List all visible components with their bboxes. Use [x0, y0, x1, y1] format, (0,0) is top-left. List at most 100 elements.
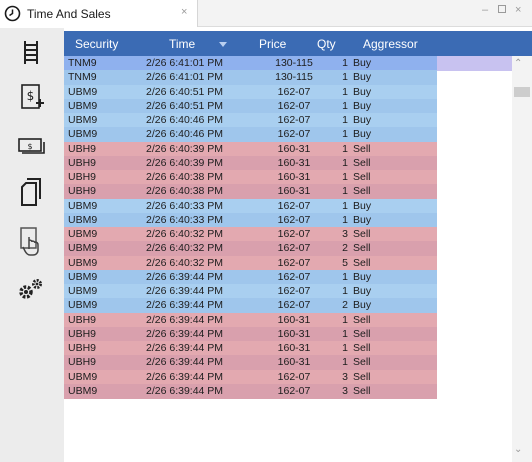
- cell-qty: 1: [342, 171, 348, 183]
- column-header-security[interactable]: Security: [75, 37, 118, 51]
- cell-security: UBH9: [68, 142, 97, 155]
- svg-text:$: $: [27, 89, 35, 103]
- cell-qty: 1: [342, 356, 348, 369]
- cell-aggressor: Sell: [353, 313, 371, 326]
- table-row[interactable]: UBH9 2/26 6:39:44 PM 160-31 1 Sell: [64, 341, 437, 356]
- cash-button[interactable]: $: [14, 128, 48, 162]
- cell-time: 2/26 6:40:33 PM: [146, 213, 224, 226]
- cell-price: 160-31: [277, 342, 311, 354]
- table-row[interactable]: UBM9 2/26 6:40:46 PM 162-07 1 Buy: [64, 127, 437, 143]
- cell-price: 162-07: [277, 99, 311, 112]
- cell-aggressor: Sell: [353, 228, 371, 240]
- cell-time: 2/26 6:40:46 PM: [146, 114, 224, 126]
- table-row[interactable]: UBH9 2/26 6:40:39 PM 160-31 1 Sell: [64, 141, 437, 157]
- grid-header: Security Time Price Qty Aggressor: [64, 31, 532, 56]
- cell-aggressor: Buy: [353, 128, 372, 141]
- table-row[interactable]: UBM9 2/26 6:40:33 PM 162-07 1 Buy: [64, 212, 437, 228]
- left-toolbar: $ $: [0, 28, 64, 462]
- cell-security: UBM9: [68, 242, 98, 255]
- cell-qty: 1: [342, 71, 348, 84]
- table-row[interactable]: UBM9 2/26 6:40:33 PM 162-07 1 Buy: [64, 198, 437, 214]
- table-row[interactable]: UBM9 2/26 6:40:32 PM 162-07 3 Sell: [64, 227, 437, 242]
- cell-aggressor: Sell: [353, 142, 371, 155]
- table-row[interactable]: UBM9 2/26 6:40:51 PM 162-07 1 Buy: [64, 84, 437, 100]
- cell-aggressor: Buy: [353, 85, 372, 98]
- chevron-up-icon[interactable]: ⌃: [514, 58, 522, 69]
- maximize-icon[interactable]: [498, 5, 506, 13]
- vertical-scrollbar[interactable]: [512, 56, 532, 462]
- cell-security: UBM9: [68, 128, 98, 141]
- table-row[interactable]: TNM9 2/26 6:41:01 PM 130-115 1 Buy: [64, 56, 437, 71]
- column-header-qty[interactable]: Qty: [317, 37, 336, 51]
- cell-aggressor: Sell: [353, 384, 371, 397]
- cell-aggressor: Sell: [353, 370, 371, 383]
- cell-aggressor: Buy: [353, 270, 372, 283]
- cell-security: UBM9: [68, 99, 98, 112]
- table-row[interactable]: UBM9 2/26 6:39:44 PM 162-07 3 Sell: [64, 383, 437, 399]
- cell-qty: 1: [342, 85, 348, 98]
- table-row[interactable]: UBH9 2/26 6:39:44 PM 160-31 1 Sell: [64, 312, 437, 328]
- cell-aggressor: Sell: [353, 342, 371, 354]
- cell-aggressor: Buy: [353, 71, 372, 84]
- table-row[interactable]: UBH9 2/26 6:40:39 PM 160-31 1 Sell: [64, 155, 437, 171]
- cell-time: 2/26 6:41:01 PM: [146, 57, 224, 69]
- cell-price: 162-07: [277, 242, 311, 255]
- cell-price: 160-31: [277, 142, 311, 155]
- cell-security: UBH9: [68, 313, 97, 326]
- ladder-icon: [24, 41, 38, 64]
- table-row[interactable]: UBH9 2/26 6:40:38 PM 160-31 1 Sell: [64, 184, 437, 200]
- cell-aggressor: Buy: [353, 285, 372, 297]
- copy-button[interactable]: [14, 175, 48, 209]
- cell-price: 162-07: [277, 199, 311, 212]
- cell-time: 2/26 6:39:44 PM: [146, 384, 224, 397]
- table-row[interactable]: UBH9 2/26 6:40:38 PM 160-31 1 Sell: [64, 170, 437, 185]
- cell-aggressor: Sell: [353, 356, 371, 369]
- chevron-down-icon[interactable]: ⌄: [514, 444, 522, 455]
- cell-security: UBM9: [68, 384, 98, 397]
- tab-close-icon[interactable]: ×: [181, 6, 187, 18]
- close-icon[interactable]: ×: [515, 4, 521, 16]
- table-row[interactable]: UBM9 2/26 6:39:44 PM 162-07 3 Sell: [64, 369, 437, 385]
- table-row[interactable]: UBM9 2/26 6:40:32 PM 162-07 2 Sell: [64, 241, 437, 257]
- cell-security: UBM9: [68, 270, 98, 283]
- cell-price: 162-07: [277, 213, 311, 226]
- scroll-thumb[interactable]: [514, 87, 530, 97]
- cell-qty: 1: [342, 270, 348, 283]
- cell-security: UBH9: [68, 327, 97, 340]
- column-header-aggressor[interactable]: Aggressor: [363, 37, 418, 51]
- minimize-icon[interactable]: –: [482, 4, 488, 16]
- table-row[interactable]: UBM9 2/26 6:40:32 PM 162-07 5 Sell: [64, 255, 437, 271]
- cell-qty: 1: [342, 342, 348, 354]
- cell-aggressor: Sell: [353, 171, 371, 183]
- ladder-button[interactable]: [14, 35, 48, 69]
- table-row[interactable]: UBM9 2/26 6:39:44 PM 162-07 2 Buy: [64, 298, 437, 314]
- cell-qty: 1: [342, 57, 348, 69]
- table-row[interactable]: UBH9 2/26 6:39:44 PM 160-31 1 Sell: [64, 326, 437, 342]
- touch-button[interactable]: [14, 224, 48, 258]
- cell-qty: 1: [342, 213, 348, 226]
- empty-grid-area: [437, 56, 512, 462]
- cell-security: UBH9: [68, 356, 97, 369]
- touch-icon: [20, 227, 39, 256]
- cell-qty: 2: [342, 299, 348, 312]
- column-header-price[interactable]: Price: [259, 37, 286, 51]
- cell-price: 160-31: [277, 356, 311, 369]
- table-row[interactable]: UBM9 2/26 6:39:44 PM 162-07 1 Buy: [64, 284, 437, 299]
- cell-time: 2/26 6:40:33 PM: [146, 199, 224, 212]
- table-row[interactable]: UBH9 2/26 6:39:44 PM 160-31 1 Sell: [64, 355, 437, 371]
- column-header-time[interactable]: Time: [169, 37, 195, 51]
- cell-price: 162-07: [277, 85, 311, 98]
- cell-time: 2/26 6:40:32 PM: [146, 242, 224, 255]
- cell-security: TNM9: [68, 71, 97, 84]
- table-row[interactable]: UBM9 2/26 6:40:46 PM 162-07 1 Buy: [64, 113, 437, 128]
- cell-aggressor: Sell: [353, 256, 371, 269]
- cell-qty: 3: [342, 370, 348, 383]
- cell-security: UBM9: [68, 285, 98, 297]
- table-row[interactable]: TNM9 2/26 6:41:01 PM 130-115 1 Buy: [64, 70, 437, 86]
- tab-time-and-sales[interactable]: Time And Sales ×: [0, 0, 198, 27]
- table-row[interactable]: UBM9 2/26 6:39:44 PM 162-07 1 Buy: [64, 269, 437, 285]
- new-order-button[interactable]: $: [14, 80, 48, 114]
- cell-qty: 1: [342, 327, 348, 340]
- settings-button[interactable]: [14, 272, 48, 306]
- table-row[interactable]: UBM9 2/26 6:40:51 PM 162-07 1 Buy: [64, 98, 437, 114]
